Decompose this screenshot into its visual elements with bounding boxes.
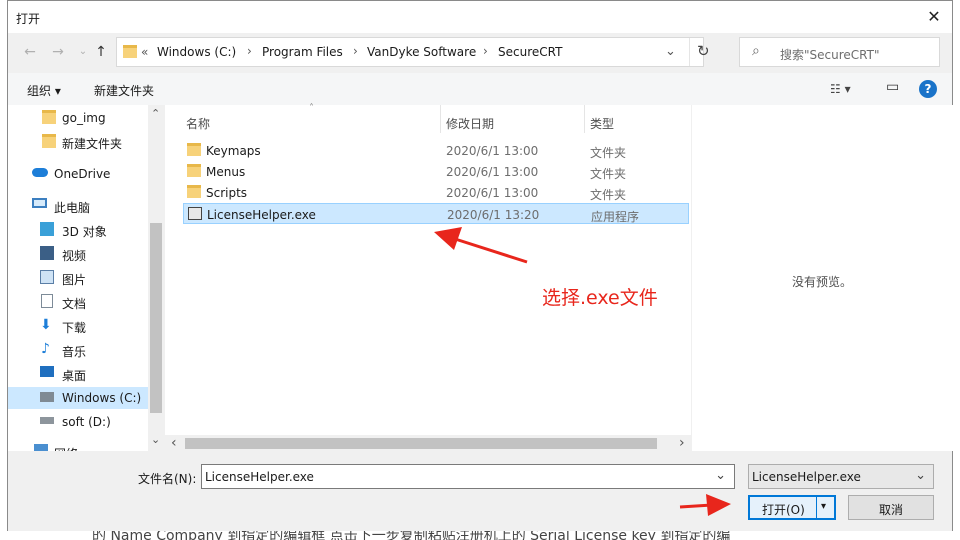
annotation-overlay bbox=[434, 227, 731, 516]
annotation-arrow-to-file bbox=[434, 227, 528, 264]
annotation-caption: 选择.exe文件 bbox=[542, 287, 658, 309]
annotation-arrow-to-open bbox=[679, 494, 731, 516]
background-document-strip: 的 Name Company 到指定的编辑框 点击下一步复制粘贴注册机上的 Se… bbox=[0, 531, 960, 540]
